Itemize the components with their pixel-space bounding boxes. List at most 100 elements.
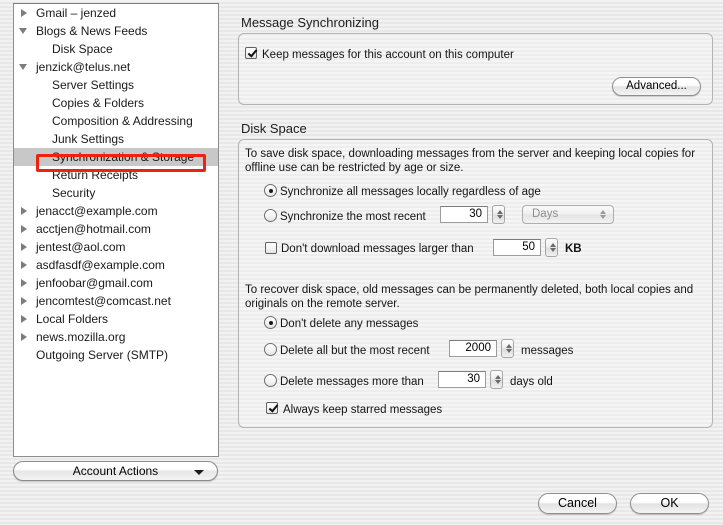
sidebar-item-label: Composition & Addressing	[52, 114, 193, 128]
sidebar-item-label: Security	[52, 186, 96, 200]
sync-recent-unit-value: Days	[532, 208, 559, 220]
sidebar-item-synchronization-storage[interactable]: Synchronization & Storage	[14, 148, 218, 166]
sidebar-item-label: Server Settings	[52, 78, 135, 92]
disclosure-triangle-closed-icon[interactable]	[21, 279, 27, 287]
sidebar-item-label: jencomtest@comcast.net	[36, 294, 171, 308]
sidebar-item-gmail-jenzed[interactable]: Gmail – jenzed	[14, 4, 218, 22]
disk-space-recover-description: To recover disk space, old messages can …	[245, 284, 694, 310]
chevron-down-icon	[194, 470, 204, 475]
disclosure-triangle-closed-icon[interactable]	[21, 297, 27, 305]
sidebar-item-security[interactable]: Security	[14, 184, 218, 202]
delete-older-radio[interactable]	[264, 374, 277, 387]
disclosure-triangle-closed-icon[interactable]	[21, 315, 27, 323]
sidebar-item-outgoing-server-smtp[interactable]: Outgoing Server (SMTP)	[14, 346, 218, 364]
sidebar-item-label: jenzick@telus.net	[36, 60, 131, 74]
sync-all-label: Synchronize all messages locally regardl…	[280, 186, 541, 198]
sync-recent-unit-select[interactable]: Days	[522, 205, 614, 224]
disclosure-triangle-open-icon[interactable]	[19, 28, 27, 34]
stepper-up-icon[interactable]	[549, 243, 556, 247]
stepper-down-icon[interactable]	[505, 349, 512, 353]
delete-older-label: Delete messages more than	[280, 376, 424, 388]
sidebar-item-label: jenfoobar@gmail.com	[36, 276, 153, 290]
sidebar-item-jencomtest-comcast-net[interactable]: jencomtest@comcast.net	[14, 292, 218, 310]
cancel-button[interactable]: Cancel	[538, 493, 617, 514]
disclosure-triangle-closed-icon[interactable]	[21, 9, 27, 17]
sidebar-item-jenacct-example-com[interactable]: jenacct@example.com	[14, 202, 218, 220]
sidebar-item-jenzick-telus-net[interactable]: jenzick@telus.net	[14, 58, 218, 76]
keep-starred-checkbox[interactable]	[266, 402, 278, 414]
sidebar-item-composition-addressing[interactable]: Composition & Addressing	[14, 112, 218, 130]
delete-older-stepper[interactable]	[490, 370, 503, 389]
preferences-window: Gmail – jenzed Blogs & News Feeds Disk Spa…	[0, 0, 723, 525]
message-synchronizing-title: Message Synchronizing	[241, 15, 380, 30]
radio-dot-icon	[268, 320, 273, 325]
checkmark-icon	[268, 400, 278, 412]
account-actions-label: Account Actions	[72, 464, 159, 478]
sync-recent-stepper[interactable]	[492, 205, 505, 224]
delete-all-but-value-input[interactable]: 2000	[449, 340, 497, 357]
sidebar-item-label: Outgoing Server (SMTP)	[36, 348, 169, 362]
sync-recent-value-input[interactable]: 30	[440, 206, 488, 223]
delete-older-value-input[interactable]: 30	[438, 371, 486, 388]
disclosure-triangle-closed-icon[interactable]	[21, 225, 27, 233]
stepper-down-icon[interactable]	[494, 380, 501, 384]
radio-dot-icon	[268, 188, 273, 193]
sidebar-item-jenfoobar-gmail-com[interactable]: jenfoobar@gmail.com	[14, 274, 218, 292]
sidebar-item-label: Synchronization & Storage	[52, 150, 195, 164]
sidebar-item-label: Junk Settings	[52, 132, 125, 146]
disclosure-triangle-closed-icon[interactable]	[21, 207, 27, 215]
size-limit-label: Don't download messages larger than	[281, 243, 474, 255]
size-limit-value-input[interactable]: 50	[493, 239, 541, 256]
keep-messages-checkbox[interactable]	[245, 47, 257, 59]
disclosure-triangle-open-icon[interactable]	[19, 64, 27, 70]
sidebar-item-jentest-aol-com[interactable]: jentest@aol.com	[14, 238, 218, 256]
sidebar-item-server-settings[interactable]: Server Settings	[14, 76, 218, 94]
sidebar-item-news-mozilla-org[interactable]: news.mozilla.org	[14, 328, 218, 346]
stepper-up-icon[interactable]	[505, 344, 512, 348]
sidebar-item-asdfasdf-example-com[interactable]: asdfasdf@example.com	[14, 256, 218, 274]
sidebar-item-label: jentest@aol.com	[36, 240, 126, 254]
delete-older-suffix-label: days old	[510, 376, 553, 388]
size-limit-checkbox[interactable]	[265, 242, 277, 254]
sidebar-item-label: jenacct@example.com	[36, 204, 158, 218]
keep-starred-label: Always keep starred messages	[283, 404, 443, 416]
size-limit-unit-label: KB	[565, 243, 582, 255]
sidebar-item-label: Disk Space	[52, 42, 113, 56]
dont-delete-label: Don't delete any messages	[280, 318, 419, 330]
stepper-down-icon[interactable]	[496, 215, 503, 219]
account-actions-button[interactable]: Account Actions	[13, 461, 218, 481]
stepper-up-icon[interactable]	[494, 375, 501, 379]
select-arrows-icon	[598, 206, 607, 223]
delete-all-but-label: Delete all but the most recent	[280, 345, 430, 357]
disclosure-triangle-closed-icon[interactable]	[21, 243, 27, 251]
delete-all-but-radio[interactable]	[264, 343, 277, 356]
delete-all-but-suffix-label: messages	[521, 345, 574, 357]
delete-all-but-stepper[interactable]	[501, 339, 514, 358]
disk-space-title: Disk Space	[241, 121, 307, 136]
sidebar-item-copies-folders[interactable]: Copies & Folders	[14, 94, 218, 112]
accounts-tree[interactable]: Gmail – jenzed Blogs & News Feeds Disk Spa…	[13, 3, 219, 457]
keep-messages-label: Keep messages for this account on this c…	[262, 49, 514, 61]
sidebar-item-blogs-news-feeds[interactable]: Blogs & News Feeds	[14, 22, 218, 40]
sidebar-item-junk-settings[interactable]: Junk Settings	[14, 130, 218, 148]
sidebar-item-return-receipts[interactable]: Return Receipts	[14, 166, 218, 184]
sidebar-item-label: acctjen@hotmail.com	[36, 222, 151, 236]
sidebar-item-label: Blogs & News Feeds	[36, 24, 148, 38]
sidebar-item-label: news.mozilla.org	[36, 330, 126, 344]
sync-recent-label: Synchronize the most recent	[280, 211, 426, 223]
stepper-up-icon[interactable]	[496, 210, 503, 214]
dont-delete-radio[interactable]	[264, 316, 277, 329]
disclosure-triangle-closed-icon[interactable]	[21, 261, 27, 269]
stepper-down-icon[interactable]	[549, 248, 556, 252]
sync-recent-radio[interactable]	[264, 209, 277, 222]
sidebar-item-acctjen-hotmail-com[interactable]: acctjen@hotmail.com	[14, 220, 218, 238]
sidebar-item-label: asdfasdf@example.com	[36, 258, 165, 272]
ok-button[interactable]: OK	[630, 493, 709, 514]
sidebar-item-disk-space[interactable]: Disk Space	[14, 40, 218, 58]
sync-all-radio[interactable]	[264, 184, 277, 197]
size-limit-stepper[interactable]	[545, 238, 558, 257]
sidebar-item-label: Return Receipts	[52, 168, 139, 182]
advanced-button[interactable]: Advanced...	[612, 77, 701, 96]
disclosure-triangle-closed-icon[interactable]	[21, 333, 27, 341]
sidebar-item-local-folders[interactable]: Local Folders	[14, 310, 218, 328]
